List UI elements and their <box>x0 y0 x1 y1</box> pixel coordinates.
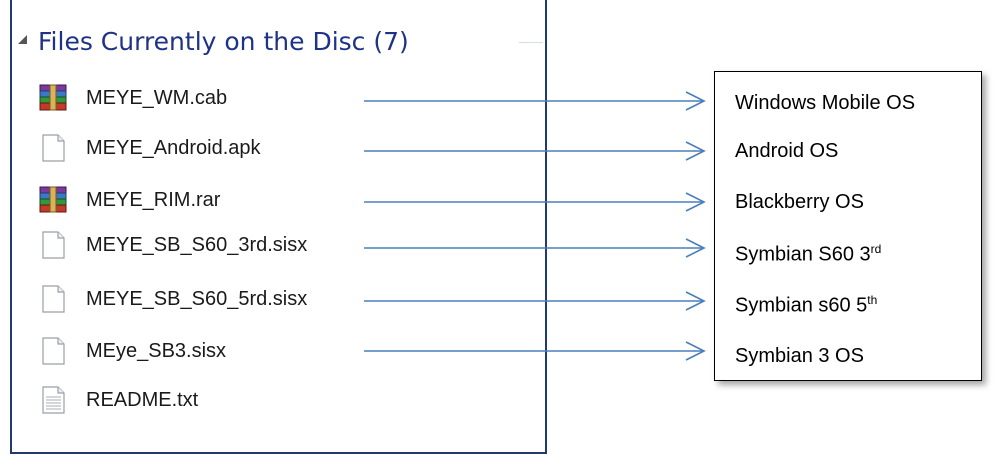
connector-arrows <box>364 91 706 361</box>
